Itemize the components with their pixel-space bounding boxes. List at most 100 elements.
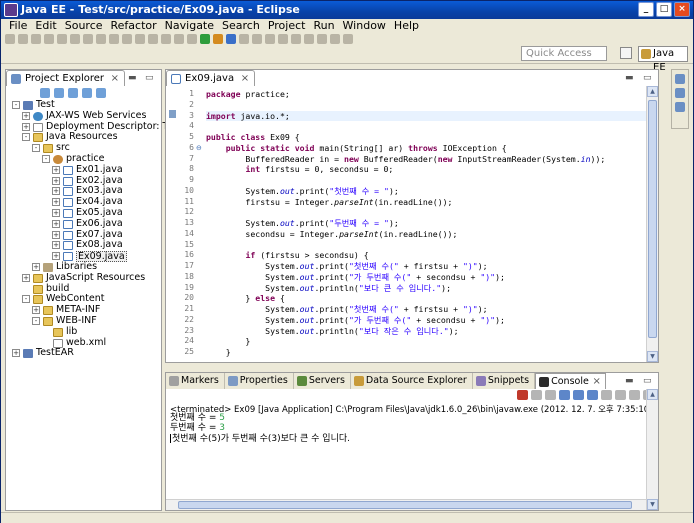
code-line[interactable] xyxy=(206,240,646,251)
code-line[interactable]: System.out.print("첫번째 수(" + firstsu + ")… xyxy=(206,261,646,272)
tree-item[interactable]: - WEB-INF xyxy=(6,315,161,327)
task-list-icon[interactable] xyxy=(675,88,685,98)
code-line[interactable]: if (firstsu > secondsu) { xyxy=(206,250,646,261)
expand-icon[interactable]: + xyxy=(52,230,60,239)
cut-icon[interactable] xyxy=(96,34,106,44)
debug-icon[interactable] xyxy=(174,34,184,44)
outline-icon[interactable] xyxy=(675,74,685,84)
menu-source[interactable]: Source xyxy=(61,19,107,32)
previous-annotation-icon[interactable] xyxy=(317,34,327,44)
back-icon[interactable] xyxy=(330,34,340,44)
code-line[interactable]: System.out.print("두번째 수 = "); xyxy=(206,218,646,229)
open-perspective-icon[interactable] xyxy=(620,47,632,59)
editor-vertical-scrollbar[interactable]: ▲ ▼ xyxy=(646,86,658,362)
scroll-thumb[interactable] xyxy=(178,501,632,509)
expand-icon[interactable]: + xyxy=(52,198,60,207)
display-selected-console-icon[interactable] xyxy=(615,390,626,400)
close-icon[interactable]: × xyxy=(592,374,600,390)
print-icon[interactable] xyxy=(31,34,41,44)
expand-icon[interactable]: + xyxy=(52,219,60,228)
code-line[interactable]: BufferedReader in = new BufferedReader(n… xyxy=(206,154,646,165)
expand-icon[interactable]: + xyxy=(52,165,60,174)
fold-icon[interactable]: ⊖ xyxy=(196,143,204,154)
remove-all-terminated-icon[interactable] xyxy=(545,390,556,400)
collapse-icon[interactable]: - xyxy=(42,154,50,163)
expand-icon[interactable]: + xyxy=(32,262,40,271)
code-line[interactable]: } xyxy=(206,336,646,347)
expand-icon[interactable]: + xyxy=(22,111,30,120)
expand-icon[interactable]: + xyxy=(32,306,40,315)
menu-help[interactable]: Help xyxy=(390,19,423,32)
new-java-project-icon[interactable] xyxy=(226,34,236,44)
code-line[interactable] xyxy=(206,121,646,132)
collapse-all-icon[interactable] xyxy=(68,88,78,98)
server-icon[interactable] xyxy=(44,34,54,44)
console-horizontal-scrollbar[interactable] xyxy=(166,499,646,510)
expand-icon[interactable]: + xyxy=(22,273,30,282)
word-wrap-icon[interactable] xyxy=(587,390,598,400)
refresh-icon[interactable] xyxy=(83,34,93,44)
menu-navigate[interactable]: Navigate xyxy=(161,19,218,32)
tab-properties[interactable]: Properties xyxy=(224,373,294,389)
maximize-button[interactable]: □ xyxy=(656,2,672,17)
run-icon[interactable] xyxy=(200,34,210,44)
code-line[interactable]: System.out.println("보다 큰 수 입니다."); xyxy=(206,283,646,294)
code-line[interactable]: public static void main(String[] ar) thr… xyxy=(206,143,646,154)
minimize-view-icon[interactable]: ▬ xyxy=(625,73,634,83)
new-package-icon[interactable] xyxy=(239,34,249,44)
menu-edit[interactable]: Edit xyxy=(31,19,60,32)
tree-item[interactable]: + JavaScript Resources xyxy=(6,272,161,284)
code-line[interactable]: System.out.print("첫번째 수(" + firstsu + ")… xyxy=(206,304,646,315)
close-icon[interactable]: × xyxy=(111,71,119,86)
external-tools-icon[interactable] xyxy=(213,34,223,44)
scroll-up-icon[interactable]: ▲ xyxy=(647,389,658,400)
undo-icon[interactable] xyxy=(148,34,158,44)
forward-icon[interactable] xyxy=(343,34,353,44)
tab-ex09-java[interactable]: Ex09.java × xyxy=(166,70,256,86)
scroll-down-icon[interactable]: ▼ xyxy=(647,351,658,362)
collapse-icon[interactable]: - xyxy=(32,144,40,153)
tree-item[interactable]: + Ex01.java xyxy=(6,164,161,176)
quick-access-input[interactable]: Quick Access xyxy=(521,46,607,61)
code-line[interactable]: System.out.println("보다 작은 수 입니다."); xyxy=(206,326,646,337)
console-output[interactable]: 첫번째 수 = 5 두번째 수 = 3 첫번째 수(5)가 두번째 수(3)보다 큰… xyxy=(170,413,350,444)
expand-icon[interactable]: + xyxy=(52,176,60,185)
menu-search[interactable]: Search xyxy=(218,19,264,32)
code-line[interactable] xyxy=(206,207,646,218)
code-line[interactable]: firstsu = Integer.parseInt(in.readLine()… xyxy=(206,197,646,208)
code-line[interactable]: System.out.print("가 두번째 수(" + secondsu +… xyxy=(206,315,646,326)
code-line[interactable]: public class Ex09 { xyxy=(206,132,646,143)
expand-icon[interactable]: + xyxy=(52,241,60,250)
maximize-view-icon[interactable]: ▭ xyxy=(643,73,652,83)
expand-icon[interactable]: + xyxy=(22,122,30,131)
tab-data-source-explorer[interactable]: Data Source Explorer xyxy=(350,373,473,389)
expand-icon[interactable]: + xyxy=(52,208,60,217)
collapse-icon[interactable]: - xyxy=(12,101,20,109)
code-line[interactable]: } xyxy=(206,347,646,358)
next-annotation-icon[interactable] xyxy=(304,34,314,44)
close-icon[interactable]: × xyxy=(241,71,249,86)
scroll-down-icon[interactable]: ▼ xyxy=(647,499,658,510)
tab-console[interactable]: Console × xyxy=(535,373,606,389)
menu-run[interactable]: Run xyxy=(309,19,338,32)
java-ee-perspective-button[interactable]: Java EE xyxy=(638,46,688,73)
pin-console-icon[interactable] xyxy=(601,390,612,400)
expand-icon[interactable]: + xyxy=(52,252,60,261)
paste-icon[interactable] xyxy=(122,34,132,44)
stop-icon[interactable] xyxy=(187,34,197,44)
collapse-icon[interactable]: - xyxy=(32,316,40,325)
link-with-editor-icon[interactable] xyxy=(82,88,92,98)
remove-launch-icon[interactable] xyxy=(531,390,542,400)
view-menu-icon[interactable] xyxy=(96,88,106,98)
tab-servers[interactable]: Servers xyxy=(293,373,351,389)
menu-file[interactable]: File xyxy=(5,19,31,32)
code-line[interactable]: System.out.print("가 두번째 수(" + secondsu +… xyxy=(206,272,646,283)
expand-icon[interactable]: + xyxy=(52,187,60,196)
code-line[interactable]: } else { xyxy=(206,293,646,304)
tree-item[interactable]: lib xyxy=(6,326,161,338)
minimize-view-icon[interactable]: ▬ xyxy=(625,376,634,386)
code-line[interactable]: import java.io.*; xyxy=(206,110,646,122)
minimize-view-icon[interactable]: ▬ xyxy=(128,73,137,83)
scroll-thumb[interactable] xyxy=(648,100,657,338)
code-line[interactable]: System.out.print("첫번째 수 = "); xyxy=(206,186,646,197)
